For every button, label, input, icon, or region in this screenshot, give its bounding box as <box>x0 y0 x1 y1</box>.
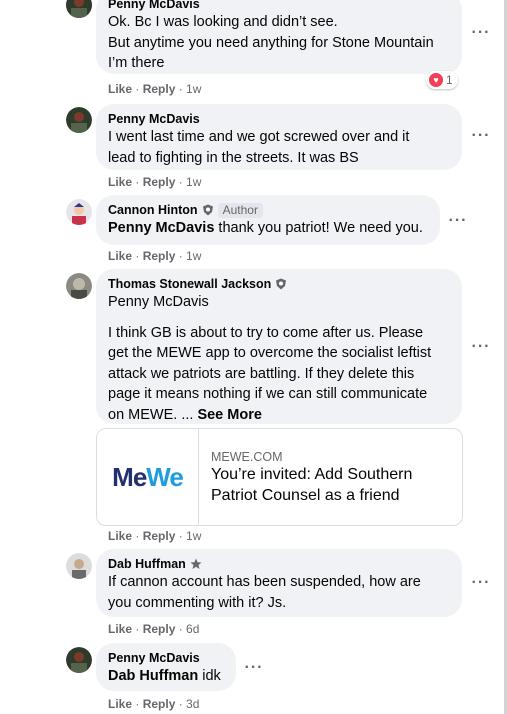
author-badge: Author <box>217 202 263 218</box>
comment-actions: Like · Reply · 1w <box>108 529 202 543</box>
comment-timestamp[interactable]: 1w <box>186 82 201 96</box>
mewe-logo-we: We <box>146 461 184 492</box>
like-button[interactable]: Like <box>108 175 132 189</box>
comment-bubble: Cannon Hinton Author Penny McDavis thank… <box>96 195 440 245</box>
comment-actions: Like · Reply · 3d <box>108 697 200 711</box>
comment-text-line: page it means nothing if we can still co… <box>108 386 428 402</box>
like-button[interactable]: Like <box>108 529 132 543</box>
more-dots-icon[interactable]: ··· <box>446 213 470 229</box>
avatar[interactable] <box>66 647 92 673</box>
comment-actions: Like · Reply · 1w <box>108 249 202 263</box>
mention-line: Penny McDavis <box>108 292 450 313</box>
reply-button[interactable]: Reply <box>143 82 176 96</box>
comment-text-rest: thank you patriot! We need you. <box>214 220 423 236</box>
reaction-count[interactable]: ♥ 1 <box>426 71 458 89</box>
comment-text-line: lead to fighting in the streets. It was … <box>108 149 359 166</box>
comment-author[interactable]: Penny McDavis <box>108 650 224 666</box>
reply-button[interactable]: Reply <box>143 249 176 263</box>
avatar[interactable] <box>66 199 92 225</box>
comment-actions: Like · Reply · 1w <box>108 175 202 189</box>
comment-bubble: Penny McDavis I went last time and we go… <box>96 104 462 170</box>
comment-text-line: you commenting with it? Js. <box>108 594 287 611</box>
link-title-line: Patriot Counsel as a friend <box>211 486 400 504</box>
comment-bubble: Penny McDavis Dab Huffman idk <box>96 643 236 691</box>
link-preview-card[interactable]: MeWe MEWE.COM You’re invited: Add Southe… <box>96 428 463 526</box>
mewe-logo-me: Me <box>112 461 147 492</box>
link-preview-info: MEWE.COM You’re invited: Add Southern Pa… <box>199 429 424 525</box>
star-badge-icon <box>190 558 202 569</box>
comment-bubble: Penny McDavis Ok. Bc I was looking and d… <box>96 0 462 74</box>
link-title-line: You’re invited: Add Southern <box>211 466 413 483</box>
link-domain: MEWE.COM <box>211 450 283 464</box>
comment-bubble: Dab Huffman If cannon account has been s… <box>96 549 462 617</box>
mewe-logo: MeWe <box>97 429 199 525</box>
like-button[interactable]: Like <box>108 249 132 263</box>
shield-badge-icon <box>202 204 213 216</box>
reaction-count-number: 1 <box>446 73 453 87</box>
comment-timestamp[interactable]: 1w <box>186 249 201 263</box>
comment-author[interactable]: Penny McDavis <box>108 0 450 12</box>
mention-link[interactable]: Dab Huffman <box>108 668 198 684</box>
more-dots-icon[interactable]: ··· <box>469 339 493 355</box>
comment-text-line: But anytime you need anything for Stone … <box>108 34 434 51</box>
love-reaction-icon: ♥ <box>429 73 443 87</box>
shield-badge-icon <box>276 278 287 290</box>
more-dots-icon[interactable]: ··· <box>469 575 493 591</box>
comment-actions: Like · Reply · 1w <box>108 82 202 96</box>
comment-text-line: on MEWE. ... See More <box>108 405 450 426</box>
reply-button[interactable]: Reply <box>143 697 176 711</box>
comment-author[interactable]: Dab Huffman <box>108 556 186 572</box>
comment-text-line: If cannon account has been suspended, ho… <box>108 574 421 590</box>
comment-author-row: Dab Huffman <box>108 556 450 572</box>
mewe-logo-text: MeWe <box>112 461 184 493</box>
comment-timestamp[interactable]: 1w <box>186 529 201 543</box>
comment-author[interactable]: Penny McDavis <box>108 111 450 127</box>
more-dots-icon[interactable]: ··· <box>469 25 493 41</box>
mention-link[interactable]: Penny McDavis <box>108 294 209 310</box>
avatar[interactable] <box>66 553 92 579</box>
comment-author[interactable]: Thomas Stonewall Jackson <box>108 276 271 292</box>
reply-button[interactable]: Reply <box>143 175 176 189</box>
see-more-link[interactable]: See More <box>197 407 261 423</box>
comment-text-line: get the MEWE app to overcome the sociali… <box>108 345 432 361</box>
like-button[interactable]: Like <box>108 622 132 636</box>
comment-text: Dab Huffman idk <box>108 666 224 687</box>
comment-author-row: Thomas Stonewall Jackson <box>108 276 450 292</box>
comment-bubble: Thomas Stonewall Jackson Penny McDavis I… <box>96 269 462 424</box>
avatar[interactable] <box>66 0 92 18</box>
reply-button[interactable]: Reply <box>143 529 176 543</box>
avatar[interactable] <box>66 107 92 133</box>
comment-text-last: on MEWE. ... <box>108 406 198 423</box>
comment-text-line: attack we patriots are battling. If they… <box>108 365 415 382</box>
comment-text-line: I’m there <box>108 55 165 71</box>
mention-link[interactable]: Penny McDavis <box>108 220 214 236</box>
more-dots-icon[interactable]: ··· <box>242 660 266 676</box>
like-button[interactable]: Like <box>108 697 132 711</box>
reply-button[interactable]: Reply <box>143 622 176 636</box>
comment-timestamp[interactable]: 3d <box>186 697 199 711</box>
comment-text-rest: idk <box>198 668 221 684</box>
comment-text-line: I went last time and we got screwed over… <box>108 129 410 145</box>
comment-author-row: Cannon Hinton Author <box>108 202 428 218</box>
comment-actions: Like · Reply · 6d <box>108 622 200 636</box>
more-dots-icon[interactable]: ··· <box>469 128 493 144</box>
comment-text-line: I think GB is about to try to come after… <box>108 324 424 341</box>
comment-timestamp[interactable]: 1w <box>186 175 201 189</box>
comment-timestamp[interactable]: 6d <box>186 622 199 636</box>
comment-text-line: Ok. Bc I was looking and didn’t see. <box>108 14 338 30</box>
comment-text: Penny McDavis thank you patriot! We need… <box>108 218 428 239</box>
avatar[interactable] <box>66 273 92 299</box>
comment-author[interactable]: Cannon Hinton <box>108 202 198 218</box>
like-button[interactable]: Like <box>108 82 132 96</box>
